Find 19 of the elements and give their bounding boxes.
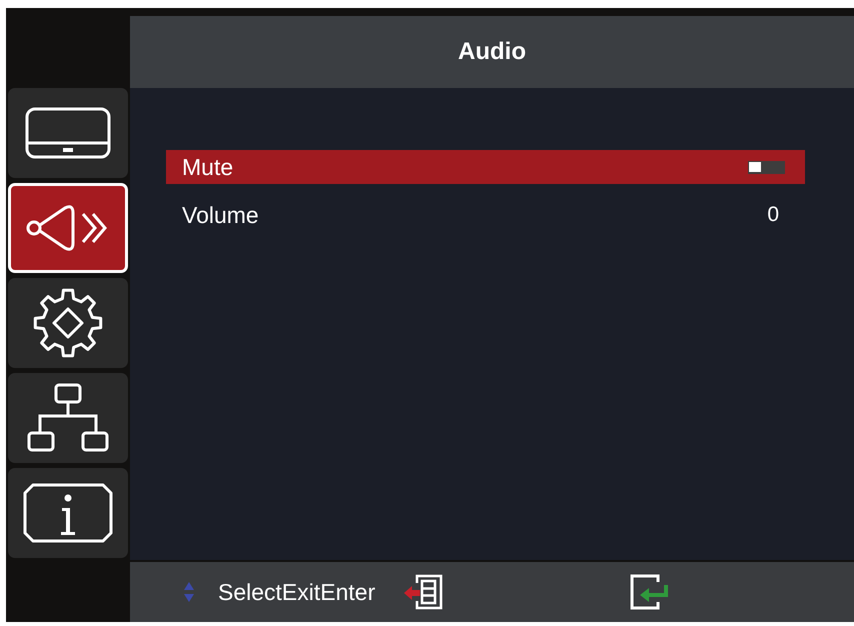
sidebar-tab[interactable]: [8, 88, 128, 178]
up-down-arrows-icon: [184, 582, 194, 602]
settings-icon: [32, 287, 104, 359]
sidebar-tab[interactable]: [8, 468, 128, 558]
footer-hint: SelectExitEnter: [218, 578, 376, 606]
sidebar-tab[interactable]: [8, 373, 128, 463]
network-icon: [27, 383, 109, 453]
menu-item-label: Mute: [182, 154, 234, 180]
sidebar-tab[interactable]: [8, 278, 128, 368]
monitor-icon: [25, 107, 111, 159]
info-icon: [23, 483, 113, 543]
enter-icon: [628, 574, 670, 610]
toggle-switch[interactable]: [748, 160, 785, 174]
menu-item-label: Volume: [182, 202, 259, 228]
menu-item[interactable]: Volume 0: [166, 198, 805, 232]
menu-item-value: 0: [767, 203, 779, 227]
menu-title: Audio: [458, 38, 526, 66]
exit-menu-icon: [403, 574, 444, 610]
menu-item[interactable]: Mute: [166, 150, 805, 184]
